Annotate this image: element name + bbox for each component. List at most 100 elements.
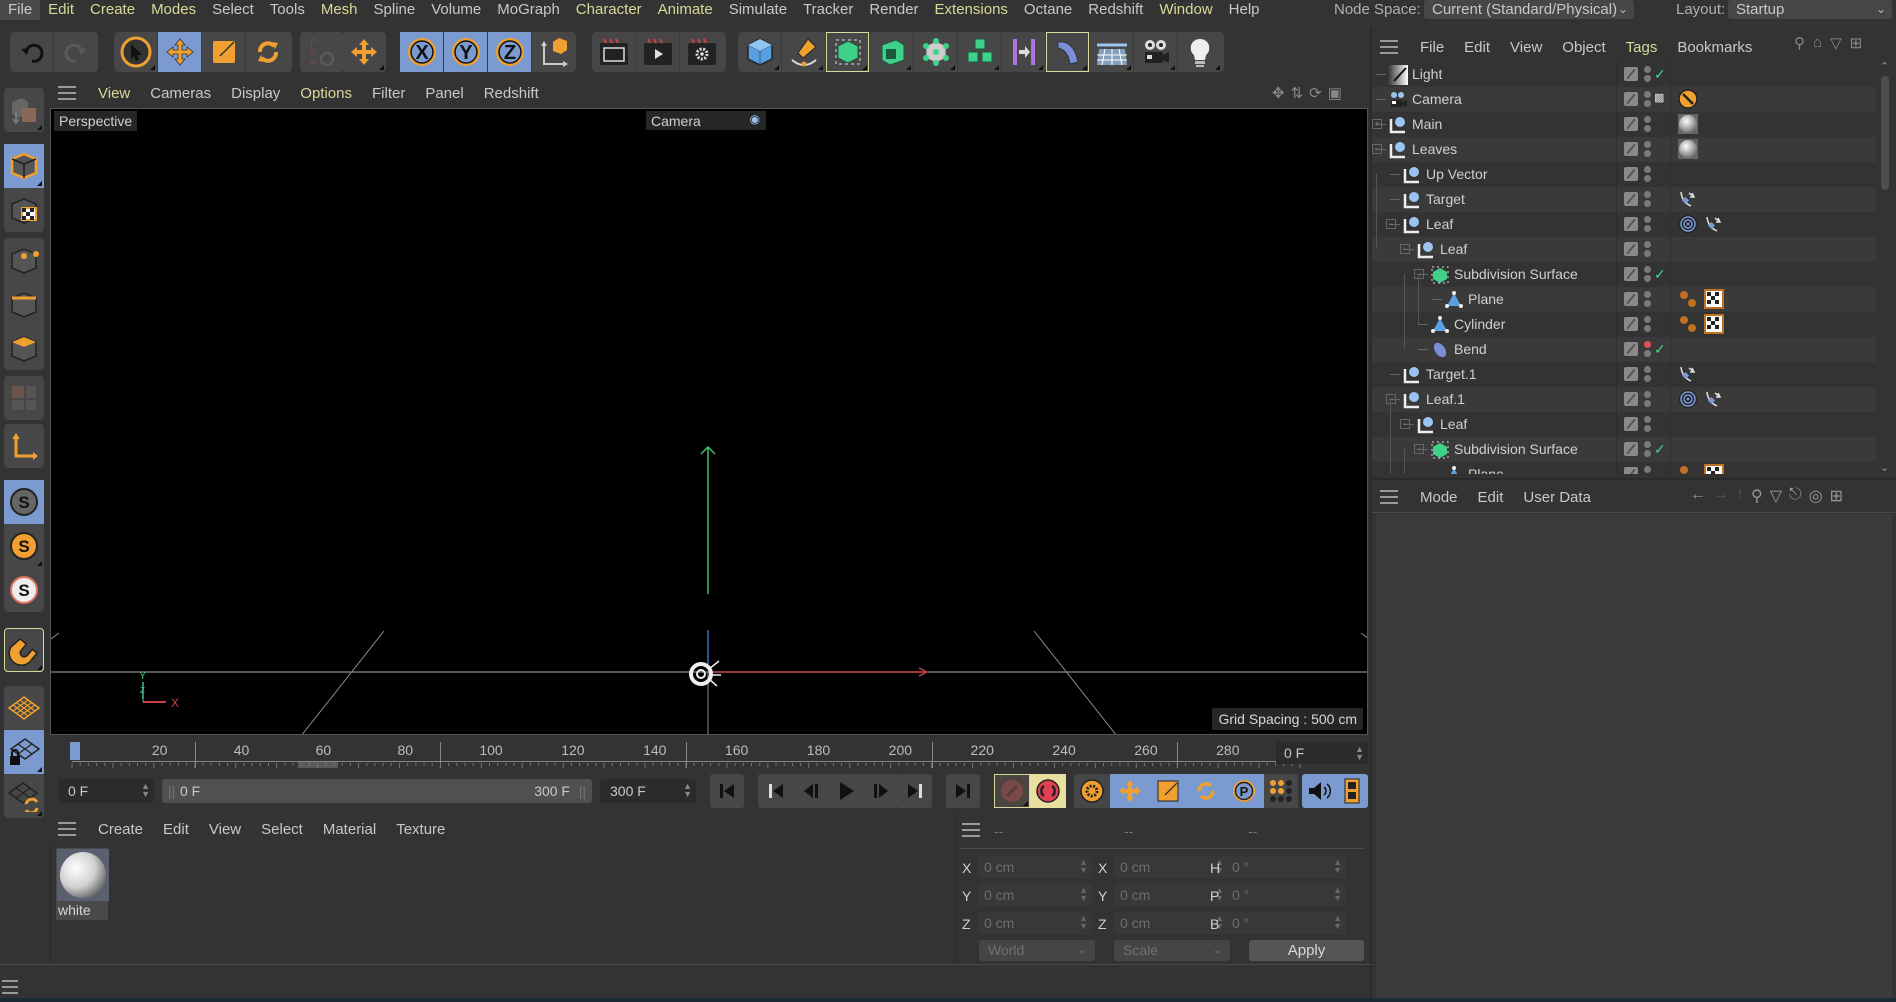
menu-character[interactable]: Character: [568, 0, 650, 20]
previous-keyframe-button[interactable]: [758, 781, 793, 801]
menu-tools[interactable]: Tools: [262, 0, 313, 20]
menu-octane[interactable]: Octane: [1016, 0, 1080, 20]
editor-visibility-dot[interactable]: [1644, 66, 1651, 73]
material-menu-select[interactable]: Select: [251, 821, 313, 838]
layer-edit-toggle[interactable]: [1624, 192, 1638, 206]
object-row[interactable]: − Subdivision Surface ✓: [1372, 437, 1876, 462]
editor-visibility-dot[interactable]: [1644, 241, 1651, 248]
layer-edit-toggle[interactable]: [1624, 117, 1638, 131]
visibility-dots[interactable]: [1644, 214, 1652, 234]
editor-visibility-dot[interactable]: [1644, 166, 1651, 173]
node-space-dropdown[interactable]: Current (Standard/Physical) ⌄: [1424, 0, 1634, 19]
spinner-arrows-icon[interactable]: ▲ ▼: [1079, 858, 1088, 875]
hamburger-menu-icon[interactable]: [58, 822, 76, 836]
visibility-dots[interactable]: [1644, 339, 1652, 359]
position-key-button[interactable]: [1111, 778, 1149, 804]
editor-visibility-dot[interactable]: [1644, 441, 1651, 448]
scrollbar-thumb[interactable]: [1881, 76, 1889, 190]
apply-button[interactable]: Apply: [1249, 940, 1364, 961]
object-name[interactable]: Leaf: [1440, 416, 1467, 432]
editor-visibility-dot[interactable]: [1644, 116, 1651, 123]
texture-tag-icon[interactable]: [1704, 464, 1724, 474]
ik-tag-icon[interactable]: [1678, 189, 1698, 209]
object-row[interactable]: Light ✓: [1372, 62, 1876, 87]
menu-render[interactable]: Render: [861, 0, 926, 20]
render-visibility-dot[interactable]: [1644, 125, 1651, 132]
viewport-menu-filter[interactable]: Filter: [362, 85, 415, 102]
material-menu-create[interactable]: Create: [88, 821, 153, 838]
position-field[interactable]: 0 cm ▲ ▼: [978, 856, 1092, 878]
viewport-menu-panel[interactable]: Panel: [415, 85, 473, 102]
texture-tag-icon[interactable]: [1704, 314, 1724, 334]
render-visibility-dot[interactable]: [1644, 425, 1651, 432]
editor-visibility-dot[interactable]: [1644, 391, 1651, 398]
home-icon[interactable]: ⌂: [1813, 34, 1822, 56]
editor-visibility-dot[interactable]: [1644, 216, 1651, 223]
previous-frame-button[interactable]: [793, 781, 828, 801]
orbit-view-icon[interactable]: ⟳: [1309, 84, 1322, 104]
rotation-field[interactable]: 0 ° ▲ ▼: [1226, 912, 1346, 934]
menu-help[interactable]: Help: [1221, 0, 1268, 20]
object-name[interactable]: Cylinder: [1454, 316, 1505, 332]
visibility-dots[interactable]: [1644, 314, 1652, 334]
layer-edit-toggle[interactable]: [1624, 292, 1638, 306]
render-visibility-dot[interactable]: [1644, 450, 1651, 457]
target-icon[interactable]: ◎: [1809, 486, 1823, 508]
visibility-dots[interactable]: [1644, 64, 1652, 84]
object-tree-scrollbar[interactable]: ⌃ ⌄: [1878, 60, 1892, 474]
object-row[interactable]: Cylinder: [1372, 312, 1876, 337]
material-swatch[interactable]: white: [55, 847, 109, 921]
visibility-dots[interactable]: [1644, 264, 1652, 284]
attribute-menu-mode[interactable]: Mode: [1410, 489, 1468, 506]
phong-tag-icon[interactable]: [1678, 314, 1698, 334]
object-name[interactable]: Target.1: [1426, 366, 1477, 382]
object-menu-view[interactable]: View: [1500, 39, 1552, 56]
enabled-check-icon[interactable]: ✓: [1654, 341, 1666, 358]
filter-icon[interactable]: ▽: [1770, 486, 1782, 508]
layer-edit-toggle[interactable]: [1624, 217, 1638, 231]
floor-button[interactable]: [1090, 32, 1134, 72]
layer-edit-toggle[interactable]: [1624, 342, 1638, 356]
editor-visibility-dot[interactable]: [1644, 141, 1651, 148]
layer-edit-toggle[interactable]: [1624, 317, 1638, 331]
visibility-dots[interactable]: [1644, 464, 1652, 474]
editor-visibility-dot[interactable]: [1644, 191, 1651, 198]
spinner-arrows-icon[interactable]: ▲ ▼: [1333, 914, 1342, 931]
scale-key-button[interactable]: [1149, 779, 1187, 803]
spinner-arrows-icon[interactable]: ▲ ▼: [1333, 886, 1342, 903]
layer-edit-toggle[interactable]: [1624, 417, 1638, 431]
edges-mode-button[interactable]: [4, 282, 44, 326]
go-to-start-button[interactable]: [710, 774, 744, 808]
menu-window[interactable]: Window: [1151, 0, 1220, 20]
hamburger-menu-icon[interactable]: [1380, 490, 1398, 504]
world-axis-button[interactable]: [342, 32, 386, 72]
current-frame-field[interactable]: 0 F ▲ ▼: [1276, 742, 1368, 764]
object-row[interactable]: Camera ▩: [1372, 87, 1876, 112]
collapse-icon[interactable]: −: [1414, 269, 1424, 279]
object-name[interactable]: Leaf.1: [1426, 391, 1465, 407]
texture-mode-button[interactable]: [4, 188, 44, 232]
object-row[interactable]: − Leaf: [1372, 237, 1876, 262]
live-selection-button[interactable]: [114, 32, 158, 72]
go-to-end-button[interactable]: [946, 774, 980, 808]
psr-lock-button[interactable]: PSR: [300, 32, 344, 72]
visibility-dots[interactable]: [1644, 289, 1652, 309]
scroll-up-icon[interactable]: ⌃: [1880, 60, 1889, 73]
tweak-mode-button[interactable]: [4, 628, 44, 672]
visibility-dots[interactable]: [1644, 414, 1652, 434]
camera-button[interactable]: [1134, 32, 1178, 72]
object-row[interactable]: − Leaf: [1372, 212, 1876, 237]
spinner-arrows-icon[interactable]: ▲ ▼: [1079, 886, 1088, 903]
timeline-ruler[interactable]: 0204060801001201401601802002202402602803…: [50, 738, 1368, 772]
visibility-dots[interactable]: [1644, 389, 1652, 409]
new-panel-icon[interactable]: ⊞: [1830, 486, 1843, 508]
rotation-field[interactable]: 0 ° ▲ ▼: [1226, 884, 1346, 906]
object-row[interactable]: Plane: [1372, 287, 1876, 312]
object-menu-edit[interactable]: Edit: [1454, 39, 1500, 56]
menu-simulate[interactable]: Simulate: [721, 0, 795, 20]
model-mode-button[interactable]: [4, 144, 44, 188]
search-icon[interactable]: ⚲: [1794, 34, 1805, 56]
editor-visibility-dot[interactable]: [1644, 416, 1651, 423]
redo-button[interactable]: [54, 32, 98, 72]
render-view-button[interactable]: [636, 32, 680, 72]
